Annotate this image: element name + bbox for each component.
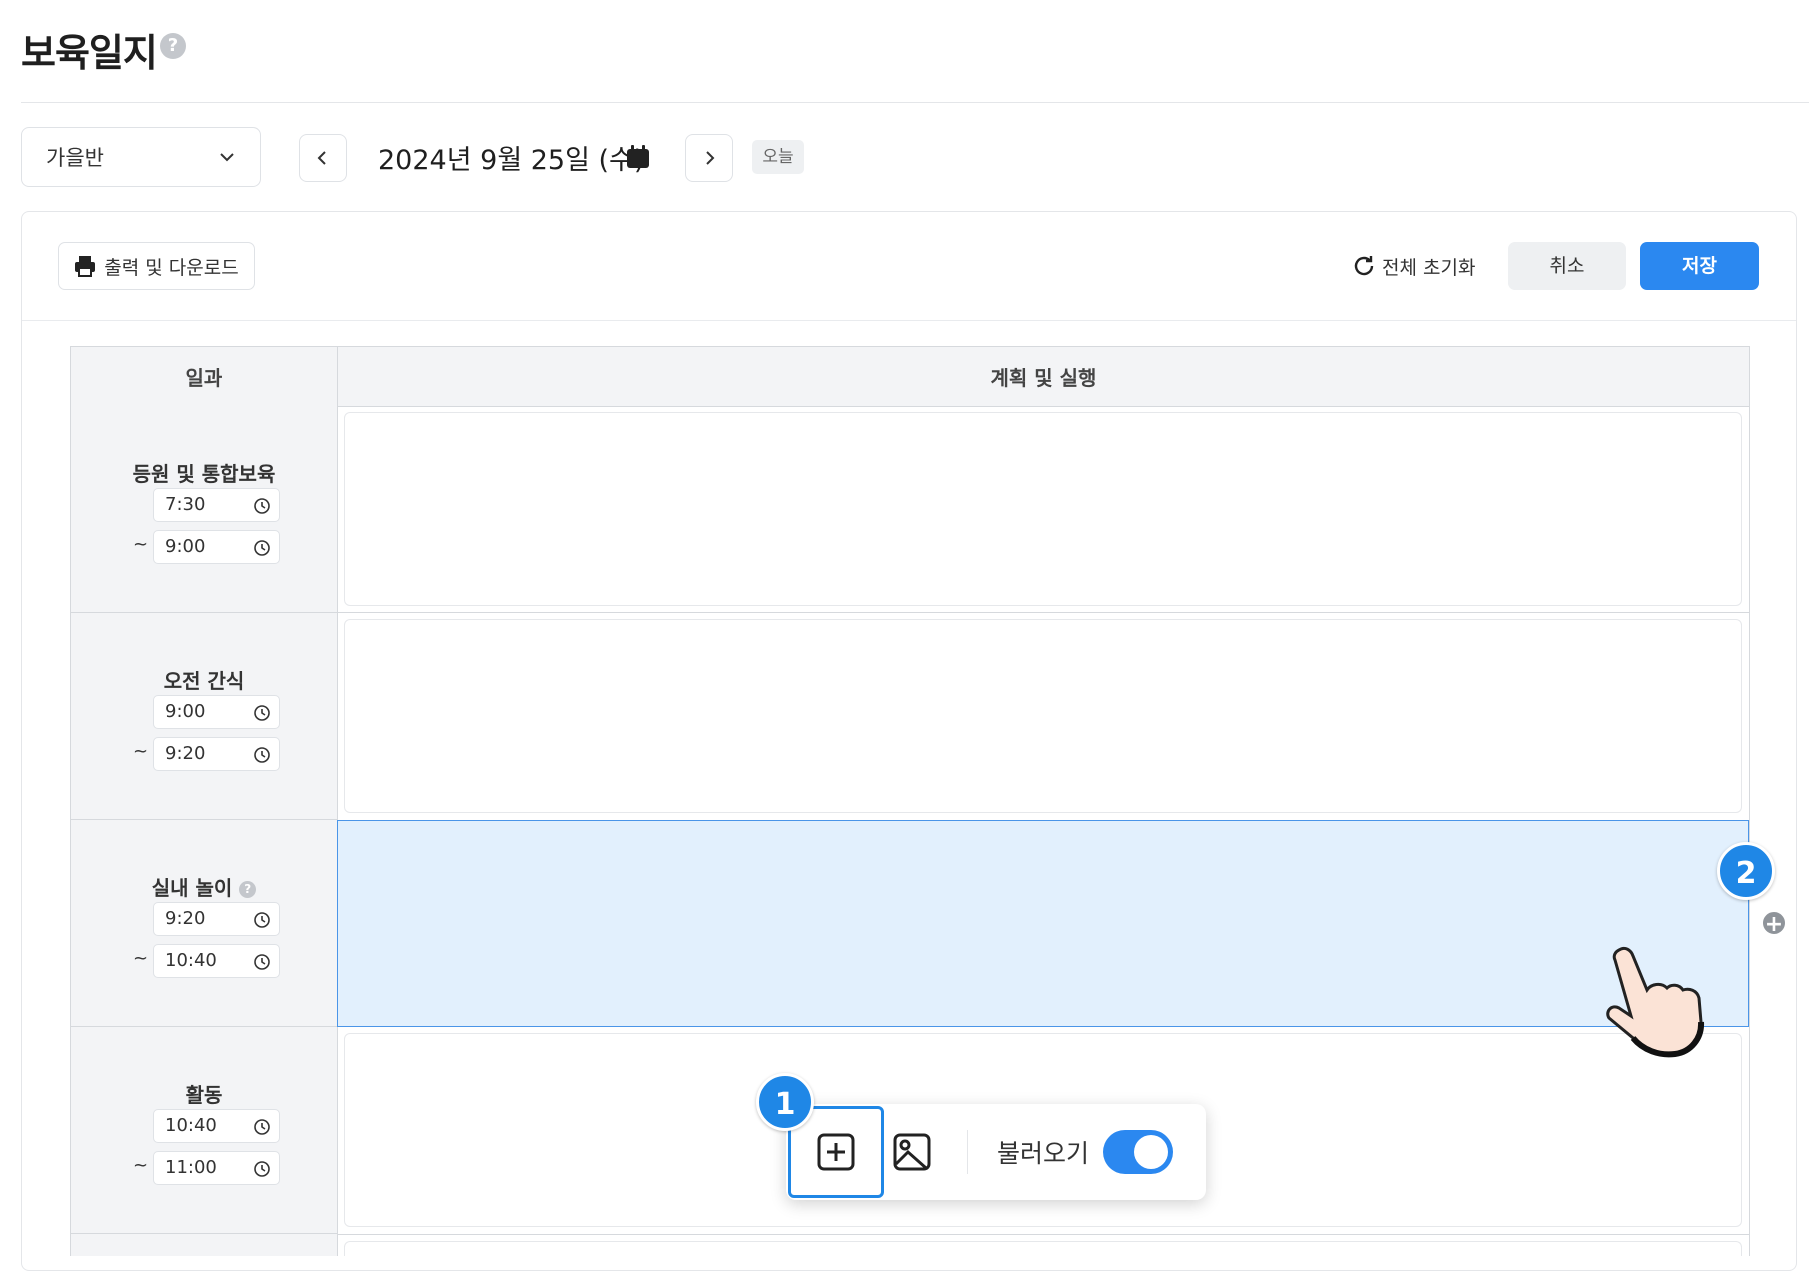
chevron-right-icon (706, 151, 715, 165)
today-button[interactable]: 오늘 (752, 140, 804, 174)
range-tilde: ~ (133, 741, 149, 762)
toggle-knob (1134, 1135, 1168, 1169)
header-divider (21, 102, 1809, 103)
clock-icon (254, 1161, 270, 1177)
next-date-button[interactable] (685, 134, 733, 182)
clock-icon (254, 540, 270, 556)
plus-square-icon (817, 1133, 855, 1171)
cancel-button[interactable]: 취소 (1508, 242, 1626, 290)
schedule-row: 실내 놀이 ? 9:20 ~ 10:40 (71, 820, 337, 1027)
pointer-hand-icon (1605, 946, 1715, 1062)
start-time-value: 9:00 (165, 701, 206, 722)
end-time-value: 10:40 (165, 950, 217, 971)
class-select[interactable]: 가을반 (21, 127, 261, 187)
start-time-value: 10:40 (165, 1115, 217, 1136)
schedule-row: 오전 간식 9:00 ~ 9:20 (71, 613, 337, 820)
start-time-value: 7:30 (165, 494, 206, 515)
add-row-icon[interactable]: + (1761, 910, 1787, 937)
end-time-input[interactable]: 9:00 (153, 530, 280, 564)
row-title: 오전 간식 (163, 669, 245, 693)
start-time-value: 9:20 (165, 908, 206, 929)
callout-badge-2: 2 (1717, 842, 1775, 900)
refresh-icon (1354, 256, 1374, 276)
load-toggle[interactable] (1103, 1130, 1173, 1174)
plan-editor[interactable] (344, 412, 1742, 606)
schedule-row: 활동 10:40 ~ 11:00 (71, 1027, 337, 1234)
column-divider (337, 346, 338, 1256)
plan-editor[interactable] (344, 619, 1742, 813)
prev-date-button[interactable] (299, 134, 347, 182)
plan-editor-partial[interactable] (344, 1241, 1742, 1256)
chevron-down-icon (220, 153, 234, 162)
clock-icon (254, 705, 270, 721)
clock-icon (254, 747, 270, 763)
card-divider (22, 320, 1796, 321)
toolbar-divider (967, 1130, 968, 1174)
schedule-row-partial (71, 1234, 337, 1256)
calendar-icon[interactable] (626, 145, 650, 173)
print-download-label: 출력 및 다운로드 (104, 256, 239, 279)
header-plan: 계획 및 실행 (336, 347, 1749, 407)
clock-icon (254, 954, 270, 970)
clock-icon (254, 498, 270, 514)
reset-all-button[interactable]: 전체 초기화 (1352, 246, 1475, 286)
chevron-left-icon (317, 151, 326, 165)
row-title: 등원 및 통합보육 (132, 462, 276, 486)
end-time-input[interactable]: 11:00 (153, 1151, 280, 1185)
image-icon (893, 1133, 931, 1171)
end-time-input[interactable]: 10:40 (153, 944, 280, 978)
callout-badge-1: 1 (756, 1073, 814, 1131)
end-time-value: 9:00 (165, 536, 206, 557)
end-time-value: 11:00 (165, 1157, 217, 1178)
end-time-value: 9:20 (165, 743, 206, 764)
row-divider (338, 612, 1749, 613)
print-download-button[interactable]: 출력 및 다운로드 (58, 242, 255, 290)
start-time-input[interactable]: 10:40 (153, 1109, 280, 1143)
reset-all-label: 전체 초기화 (1382, 256, 1476, 279)
help-icon[interactable]: ? (239, 881, 257, 898)
header-schedule: 일과 (71, 347, 337, 407)
load-label: 불러오기 (997, 1139, 1090, 1168)
row-title-text: 실내 놀이 (151, 876, 233, 900)
insert-image-button[interactable] (886, 1126, 938, 1178)
range-tilde: ~ (133, 534, 149, 555)
start-time-input[interactable]: 7:30 (153, 488, 280, 522)
clock-icon (254, 912, 270, 928)
start-time-input[interactable]: 9:20 (153, 902, 280, 936)
end-time-input[interactable]: 9:20 (153, 737, 280, 771)
range-tilde: ~ (133, 948, 149, 969)
range-tilde: ~ (133, 1155, 149, 1176)
page-title: 보육일지 (21, 31, 158, 75)
save-button[interactable]: 저장 (1640, 242, 1759, 290)
schedule-row: 등원 및 통합보육 7:30 ~ 9:00 (71, 406, 337, 613)
start-time-input[interactable]: 9:00 (153, 695, 280, 729)
plan-editor-selected[interactable] (337, 820, 1749, 1027)
help-icon[interactable]: ? (160, 33, 186, 59)
row-title: 실내 놀이 ? (71, 872, 337, 901)
row-divider (338, 1234, 1749, 1235)
clock-icon (254, 1119, 270, 1135)
row-title: 활동 (185, 1083, 223, 1107)
date-display: 2024년 9월 25일 (수) (378, 145, 645, 176)
class-select-value: 가을반 (46, 146, 104, 170)
printer-icon (75, 256, 96, 277)
